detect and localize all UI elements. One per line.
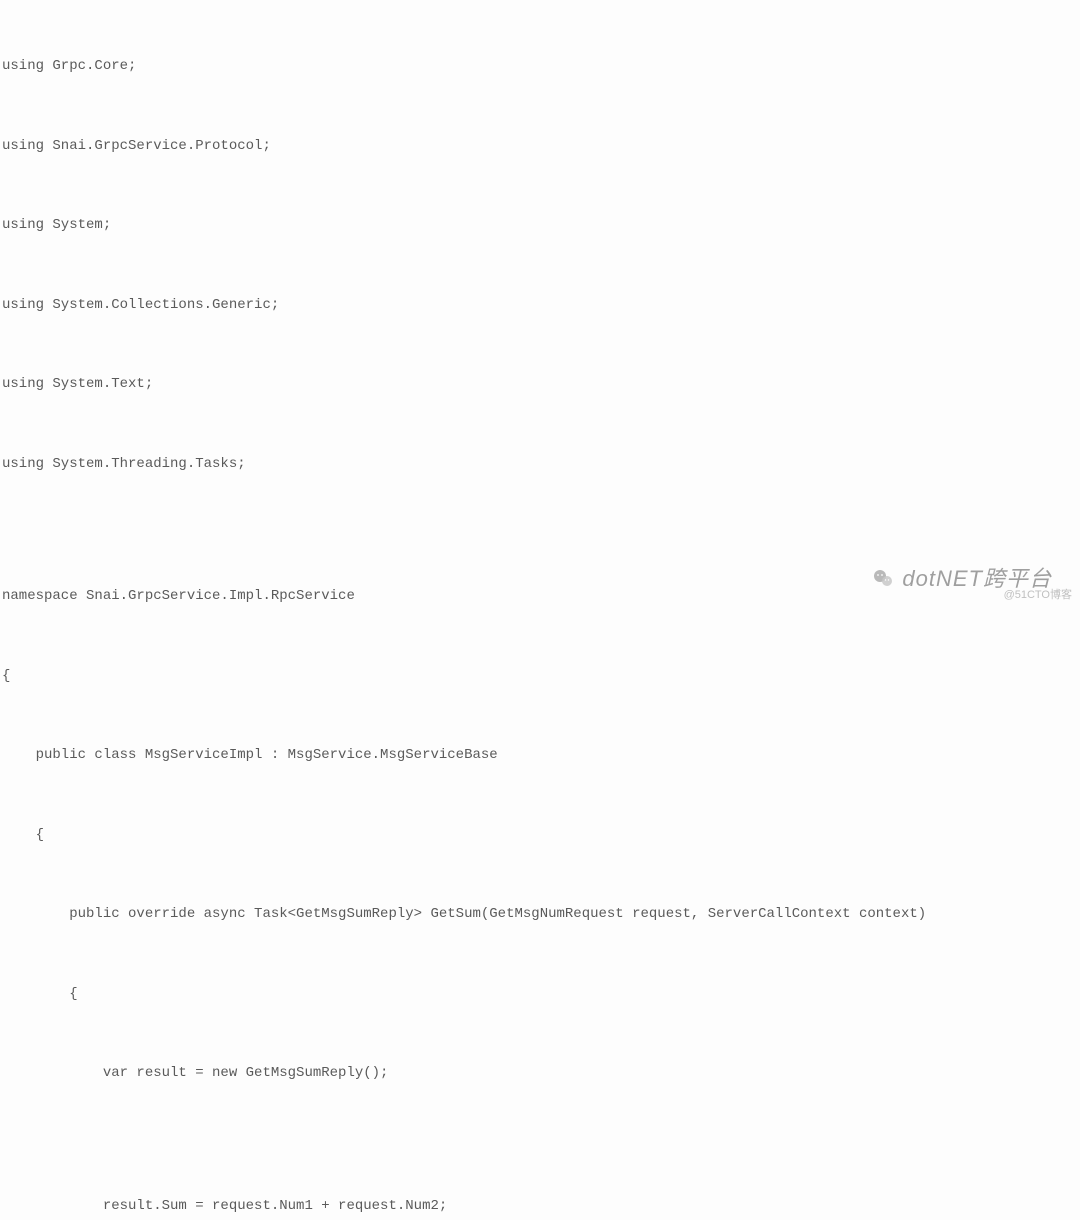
code-line: using System.Text;: [2, 371, 1078, 398]
code-line: using Grpc.Core;: [2, 53, 1078, 80]
wechat-icon: [872, 567, 896, 591]
code-line: using Snai.GrpcService.Protocol;: [2, 133, 1078, 160]
code-line: {: [2, 663, 1078, 690]
code-line: {: [2, 822, 1078, 849]
code-line: using System.Threading.Tasks;: [2, 451, 1078, 478]
code-block: using Grpc.Core; using Snai.GrpcService.…: [0, 0, 1080, 1220]
code-line: var result = new GetMsgSumReply();: [2, 1060, 1078, 1087]
code-line: using System;: [2, 212, 1078, 239]
code-line: public override async Task<GetMsgSumRepl…: [2, 901, 1078, 928]
code-line: using System.Collections.Generic;: [2, 292, 1078, 319]
code-line: {: [2, 981, 1078, 1008]
code-line: result.Sum = request.Num1 + request.Num2…: [2, 1193, 1078, 1220]
code-line: public class MsgServiceImpl : MsgService…: [2, 742, 1078, 769]
attribution-text: @51CTO博客: [1004, 582, 1072, 609]
